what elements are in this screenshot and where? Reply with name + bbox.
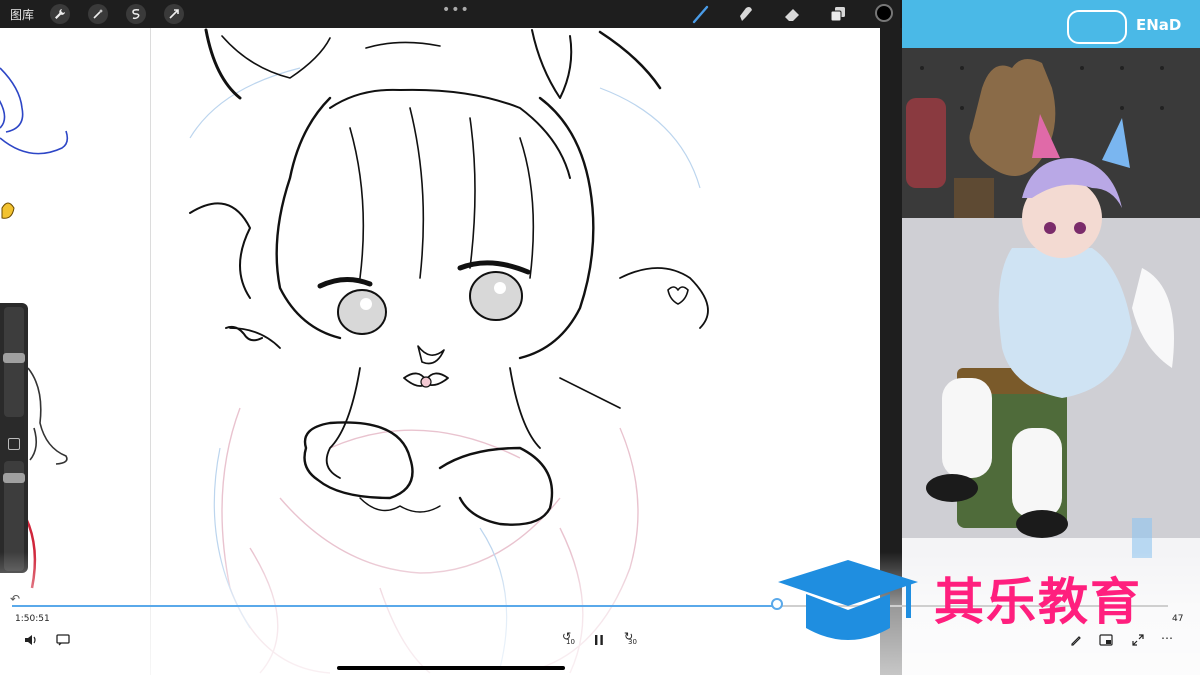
- skip-back-button[interactable]: ↺ 10: [560, 630, 578, 648]
- skip-back-label: 10: [566, 638, 575, 646]
- wrench-icon[interactable]: [50, 4, 70, 24]
- transform-icon[interactable]: [164, 4, 184, 24]
- undo-icon[interactable]: ↶: [8, 592, 22, 606]
- skip-forward-label: 30: [628, 638, 637, 646]
- opacity-thumb[interactable]: [3, 473, 25, 483]
- volume-icon[interactable]: [22, 632, 40, 648]
- app-window: 图库 ••• ENaD ↶ 1:50:51 47 ↺ 10 ↻ 30 ⋯ 其乐教…: [0, 0, 1200, 675]
- subtitles-icon[interactable]: [54, 632, 72, 648]
- modify-square-icon[interactable]: [8, 438, 20, 450]
- layers-icon[interactable]: [827, 4, 849, 24]
- magic-wand-icon[interactable]: [88, 4, 108, 24]
- brush-size-slider[interactable]: [3, 307, 25, 417]
- brush-sidebar: [0, 303, 28, 573]
- watermark-text: 其乐教育: [934, 573, 1142, 631]
- cloud-logo-icon: [1067, 10, 1127, 44]
- home-indicator: [337, 666, 565, 670]
- webcam-banner: ENaD: [902, 0, 1200, 48]
- current-time: 1:50:51: [15, 614, 50, 624]
- brush-icon[interactable]: [690, 4, 712, 24]
- color-picker-swatch[interactable]: [875, 4, 893, 22]
- eraser-icon[interactable]: [781, 4, 803, 24]
- skip-forward-button[interactable]: ↻ 30: [622, 630, 640, 648]
- top-toolbar: 图库 •••: [0, 0, 900, 28]
- progress-bar-played[interactable]: [12, 605, 778, 607]
- smudge-icon[interactable]: [735, 4, 757, 24]
- more-menu-icon[interactable]: •••: [442, 2, 470, 18]
- gallery-button[interactable]: 图库: [10, 6, 34, 23]
- brush-size-thumb[interactable]: [3, 353, 25, 363]
- webcam-brand: ENaD: [1136, 16, 1182, 34]
- pause-button[interactable]: [592, 632, 606, 648]
- selection-icon[interactable]: [126, 4, 146, 24]
